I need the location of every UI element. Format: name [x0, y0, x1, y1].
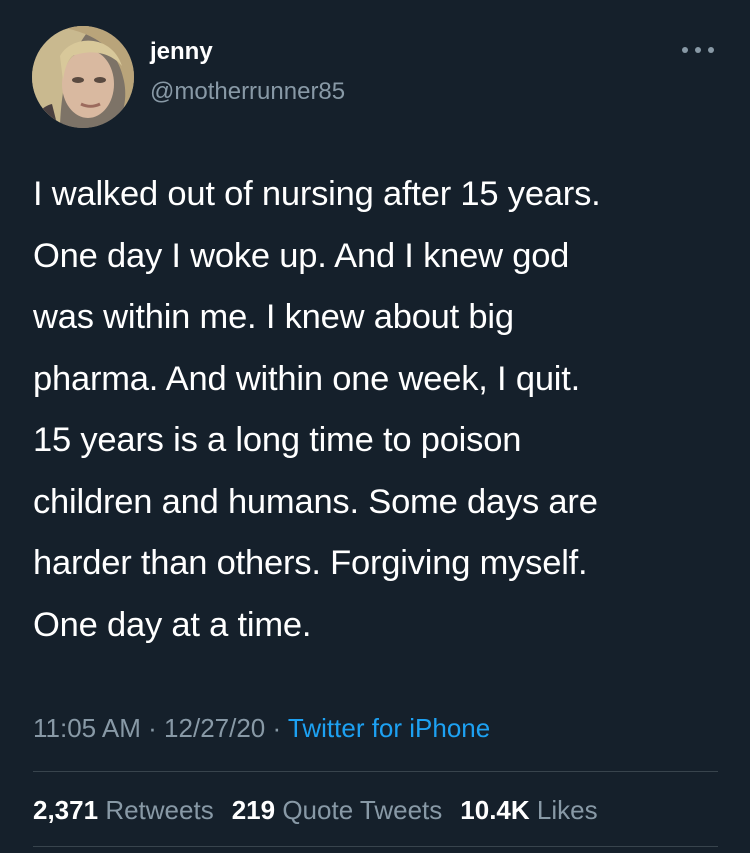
profile-photo-icon: [32, 26, 134, 128]
tweet-text-line: was within me. I knew about big: [33, 298, 514, 336]
tweet-card: jenny @motherrunner85 I walked out of nu…: [0, 0, 750, 853]
tweet-text-line: One day at a time.: [33, 605, 312, 644]
more-options-icon[interactable]: [682, 43, 714, 57]
quote-tweets-label: Quote Tweets: [282, 795, 443, 825]
tweet-time[interactable]: 11:05 AM: [33, 713, 141, 743]
tweet-text-line: 15 years is a long time to poison: [33, 421, 522, 459]
tweet-text-line: harder than others. Forgiving myself.: [33, 544, 588, 582]
meta-separator: ·: [140, 713, 165, 743]
tweet-metadata: 11:05 AM · 12/27/20 · Twitter for iPhone: [33, 708, 490, 748]
likes-label: Likes: [536, 795, 598, 825]
tweet-text: I walked out of nursing after 15 years. …: [33, 164, 733, 656]
divider: [33, 771, 718, 772]
quote-tweets-count: 219: [231, 795, 276, 825]
engagement-stats: 2,371 Retweets 219 Quote Tweets 10.4K Like…: [33, 790, 598, 830]
retweets-count: 2,371: [33, 795, 99, 825]
tweet-text-line: pharma. And within one week, I quit.: [33, 359, 581, 398]
retweets-stat[interactable]: 2,371 Retweets: [33, 795, 214, 825]
tweet-source-link[interactable]: Twitter for iPhone: [288, 713, 490, 743]
meta-separator: ·: [265, 713, 288, 743]
dot: [682, 47, 688, 53]
divider: [33, 846, 718, 847]
retweets-label: Retweets: [105, 795, 214, 825]
tweet-text-line: I walked out of nursing after 15 years.: [33, 175, 601, 213]
tweet-date[interactable]: 12/27/20: [164, 713, 265, 743]
likes-count: 10.4K: [460, 795, 530, 825]
tweet-text-line: One day I woke up. And I knew god: [33, 236, 570, 275]
dot: [695, 47, 701, 53]
display-name[interactable]: jenny: [150, 38, 213, 66]
likes-stat[interactable]: 10.4K Likes: [460, 795, 597, 825]
tweet-text-line: children and humans. Some days are: [33, 482, 598, 521]
dot: [708, 47, 714, 53]
quote-tweets-stat[interactable]: 219 Quote Tweets: [232, 795, 443, 825]
user-handle[interactable]: @motherrunner85: [150, 78, 345, 106]
avatar[interactable]: [32, 26, 134, 128]
